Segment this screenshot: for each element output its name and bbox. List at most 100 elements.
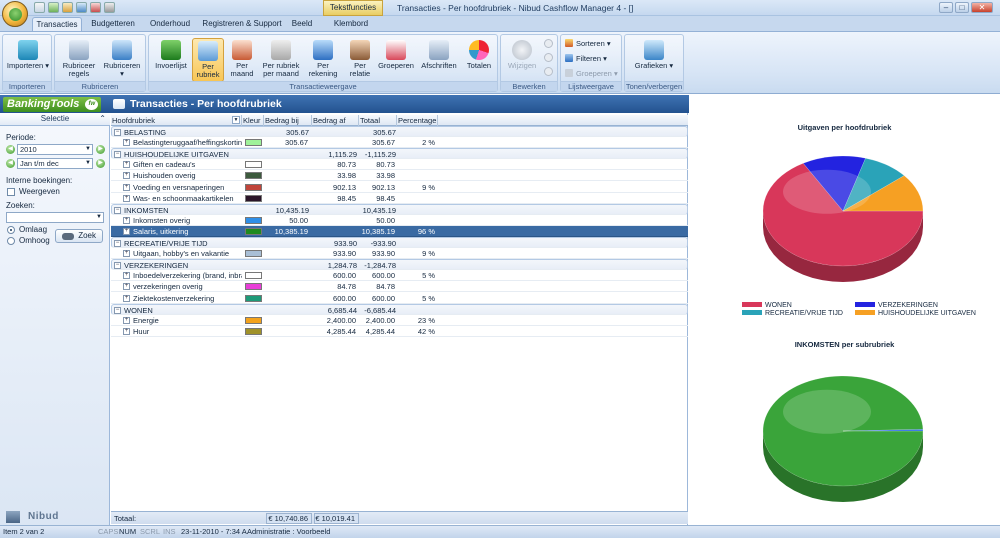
close-button[interactable]: ✕ (971, 2, 993, 13)
expand-icon[interactable]: + (123, 283, 130, 291)
collapse-icon[interactable]: − (114, 129, 121, 136)
per-relatie-button[interactable]: Per relatie (344, 38, 376, 82)
column-bedrag-af[interactable]: Bedrag af (312, 115, 359, 126)
groeperen-button[interactable]: Groeperen (377, 38, 415, 82)
omhoog-radio[interactable] (7, 237, 15, 245)
maximize-button[interactable]: □ (955, 2, 969, 13)
table-row[interactable]: + Energie 2,400.00 2,400.00 23 % (111, 315, 688, 326)
collapse-icon[interactable]: − (114, 262, 121, 270)
tab-onderhoud[interactable]: Onderhoud (145, 17, 195, 31)
column-hoofdrubriek[interactable]: Hoofdrubriek ▼ (111, 115, 242, 126)
expand-icon[interactable]: + (123, 161, 130, 169)
expand-icon[interactable]: + (123, 316, 130, 324)
expand-icon[interactable]: + (123, 139, 130, 147)
cell-bedrag-af: 4,285.44 (326, 326, 356, 336)
page-title: Transacties - Per hoofdrubriek (130, 98, 282, 110)
expand-icon[interactable]: + (123, 272, 130, 280)
group-row[interactable]: − RECREATIE/VRIJE TIJD 933.90 -933.90 (111, 237, 688, 248)
group-importeren: Importeren ▾ Importeren (2, 34, 52, 92)
per-rekening-button[interactable]: Per rekening (304, 38, 342, 82)
tab-budgetteren[interactable]: Budgetteren (85, 17, 141, 31)
dropdown-icon[interactable] (104, 2, 115, 13)
year-select[interactable]: 2010 ▼ (17, 144, 93, 155)
refresh-icon[interactable] (48, 2, 59, 13)
selection-header[interactable]: Selectie ⌃ (0, 113, 110, 126)
weergeven-checkbox[interactable] (7, 188, 15, 196)
table-row[interactable]: + Voeding en versnaperingen 902.13 902.13 9 … (111, 182, 688, 193)
group-row[interactable]: − HUISHOUDELIJKE UITGAVEN 1,115.29 -1,115.2… (111, 148, 688, 160)
tab-transacties[interactable]: Transacties (32, 17, 82, 31)
save-icon[interactable] (34, 2, 45, 13)
table-row[interactable]: + verzekeringen overig 84.78 84.78 (111, 281, 688, 293)
collapse-icon[interactable]: − (114, 151, 121, 159)
collapse-icon[interactable]: − (114, 240, 121, 247)
prev-range-icon[interactable]: ◀ (6, 159, 15, 168)
collapse-icon[interactable]: − (114, 206, 121, 214)
afschriften-button[interactable]: Afschriften (417, 38, 461, 82)
totalen-button[interactable]: Totalen (463, 38, 495, 82)
wijzigen-button[interactable]: Wijzigen (504, 38, 540, 82)
invoerlijst-button[interactable]: Invoerlijst (152, 38, 190, 82)
per-rubriek-button[interactable]: Per rubriek (192, 38, 224, 82)
column-totaal[interactable]: Totaal (359, 115, 397, 126)
remove-icon[interactable] (544, 53, 553, 62)
expand-icon[interactable]: + (123, 294, 130, 302)
group-row[interactable]: − WONEN 6,685.44 -6,685.44 (111, 303, 688, 315)
group-row[interactable]: − BELASTING 305.67 305.67 (111, 126, 688, 137)
table-row[interactable]: + Uitgaan, hobby's en vakantie 933.90 933.9… (111, 248, 688, 260)
rubriceer-regels-button[interactable]: Rubriceer regels (58, 38, 100, 82)
rules-icon (69, 40, 89, 60)
table-row[interactable]: + Huur 4,285.44 4,285.44 42 % (111, 326, 688, 337)
collapse-icon[interactable]: − (114, 306, 121, 314)
groeperen-small-button[interactable]: Groeperen ▾ (565, 68, 618, 79)
table-row[interactable]: + Ziektekostenverzekering 600.00 600.00 5 % (111, 293, 688, 304)
range-select[interactable]: Jan t/m dec ▼ (17, 158, 93, 169)
filteren-button[interactable]: Filteren ▾ (565, 53, 607, 64)
column-kleur[interactable]: Kleur (242, 115, 264, 126)
table-row[interactable]: +Belastingteruggaaf/heffingskortingen 305… (111, 137, 688, 149)
application-menu-button[interactable] (2, 1, 28, 27)
add-icon[interactable] (544, 39, 553, 48)
table-row[interactable]: + Inkomsten overig 50.00 50.00 (111, 215, 688, 226)
table-row[interactable]: + Was- en schoonmaakartikelen 98.45 98.45 (111, 193, 688, 204)
undo-icon[interactable] (90, 2, 101, 13)
per-maand-button[interactable]: Per maand (226, 38, 258, 82)
column-percentage[interactable]: Percentage (397, 115, 438, 126)
minimize-button[interactable]: – (939, 2, 953, 13)
omlaag-radio[interactable] (7, 226, 15, 234)
rubriceren-button[interactable]: Rubriceren ▾ (101, 38, 143, 82)
charts-panel: Uitgaven per hoofdrubriek WONEN VERZEKER… (689, 113, 1000, 525)
next-range-icon[interactable]: ▶ (96, 159, 105, 168)
tab-beeld[interactable]: Beeld (288, 17, 316, 31)
context-tab-tekstfuncties[interactable]: Tekstfuncties (323, 0, 383, 16)
expand-icon[interactable]: + (123, 227, 130, 235)
importeren-button[interactable]: Importeren ▾ (6, 38, 50, 82)
search-input[interactable]: ▼ (6, 212, 104, 223)
table-row[interactable]: + Huishouden overig 33.98 33.98 (111, 170, 688, 182)
table-row[interactable]: + Giften en cadeau's 80.73 80.73 (111, 159, 688, 171)
expand-icon[interactable]: + (123, 172, 130, 180)
group-row[interactable]: − INKOMSTEN 10,435.19 10,435.19 (111, 203, 688, 215)
table-row[interactable]: + Salaris, uitkering 10,385.19 10,385.19 96 … (111, 225, 688, 237)
copy-icon[interactable] (544, 67, 553, 76)
expand-icon[interactable]: + (123, 250, 130, 258)
expand-icon[interactable]: + (123, 183, 130, 191)
group-row[interactable]: − VERZEKERINGEN 1,284.78 -1,284.78 (111, 259, 688, 271)
print-icon[interactable] (76, 2, 87, 13)
zoek-button[interactable]: Zoek (55, 229, 103, 243)
expand-icon[interactable]: + (123, 194, 130, 202)
collapse-icon[interactable]: ⌃ (99, 113, 106, 125)
column-bedrag-bij[interactable]: Bedrag bij (264, 115, 312, 126)
chevron-down-icon[interactable]: ▼ (232, 116, 240, 124)
grafieken-button[interactable]: Grafieken ▾ (631, 38, 677, 82)
tab-registreren-support[interactable]: Registreren & Support (201, 17, 283, 31)
expand-icon[interactable]: + (123, 216, 130, 224)
tab-klembord[interactable]: Klembord (329, 17, 373, 31)
expand-icon[interactable]: + (123, 327, 130, 335)
per-rubriek-per-maand-button[interactable]: Per rubriek per maand (260, 38, 302, 82)
next-year-icon[interactable]: ▶ (96, 145, 105, 154)
prev-year-icon[interactable]: ◀ (6, 145, 15, 154)
table-row[interactable]: + Inboedelverzekering (brand, inbraak 600.… (111, 270, 688, 282)
folder-icon[interactable] (62, 2, 73, 13)
sorteren-button[interactable]: Sorteren ▾ (565, 38, 611, 49)
